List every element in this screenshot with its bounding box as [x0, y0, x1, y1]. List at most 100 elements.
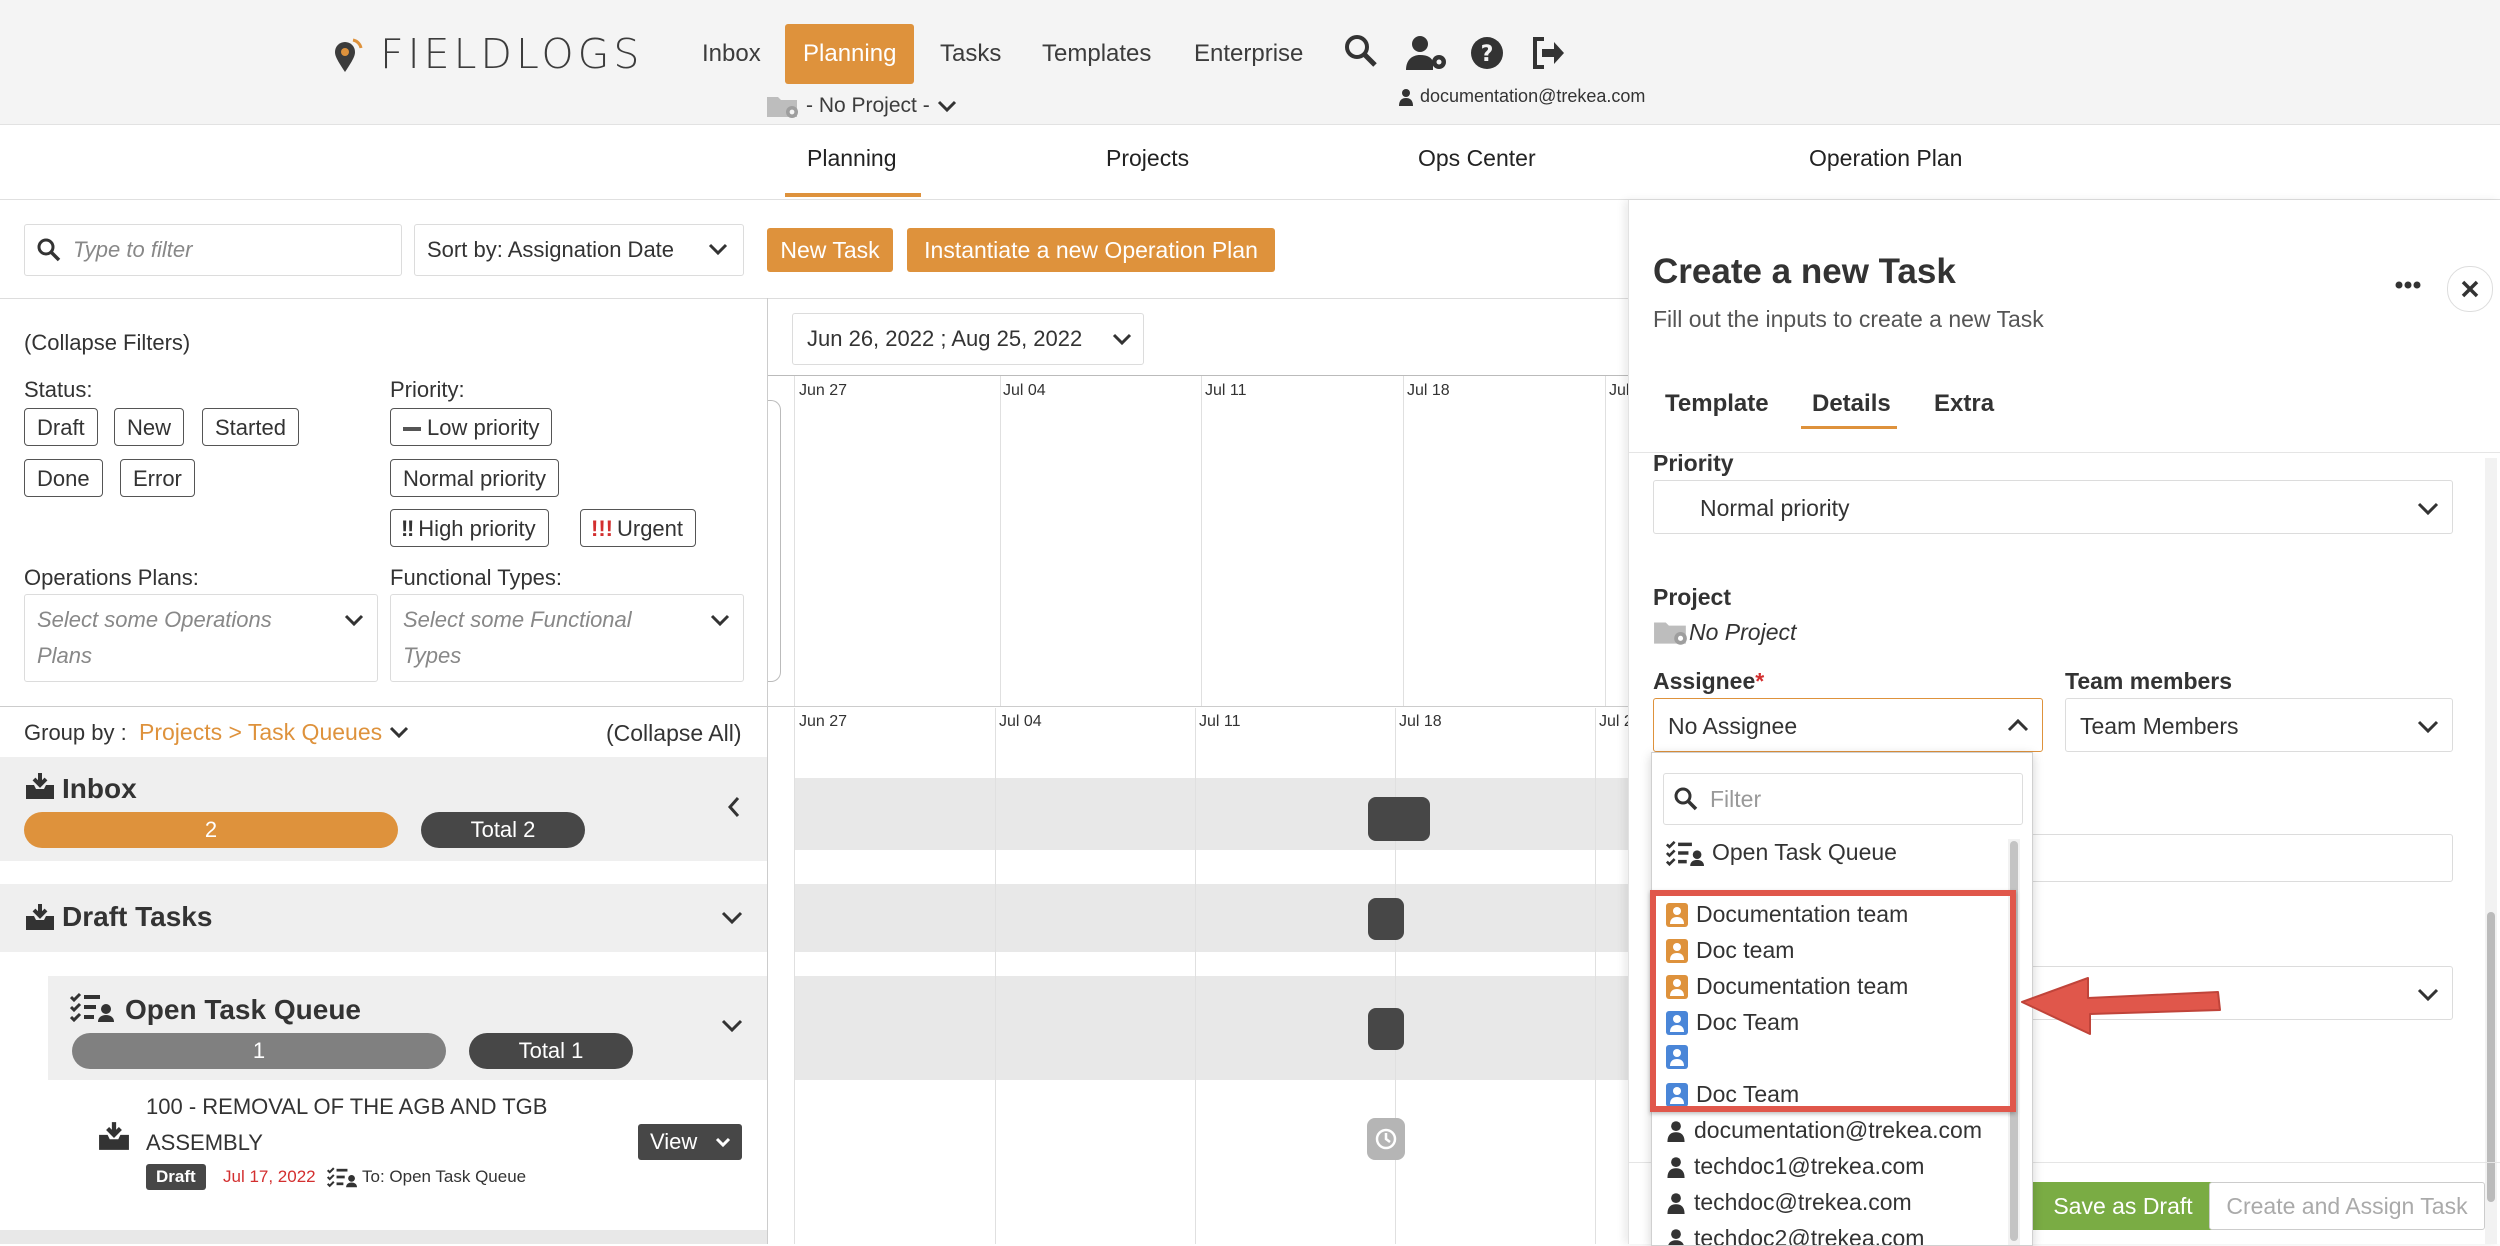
search-icon [37, 238, 61, 262]
draft-tasks-group[interactable]: Draft Tasks [0, 884, 767, 952]
priority-urgent-label: Urgent [617, 516, 683, 541]
timeline-date-label: Jul 11 [1199, 713, 1241, 731]
status-new-tag[interactable]: New [114, 408, 184, 446]
priority-low-tag[interactable]: Low priority [390, 408, 552, 446]
search-icon[interactable] [1344, 34, 1378, 68]
sort-select[interactable]: Sort by: Assignation Date [414, 224, 744, 276]
priority-select[interactable]: Normal priority [1653, 480, 2453, 534]
timeline-row-band [794, 884, 1628, 952]
tab-template[interactable]: Template [1665, 390, 1769, 418]
nav-inbox[interactable]: Inbox [684, 24, 779, 84]
status-draft-tag[interactable]: Draft [24, 408, 98, 446]
queue-count-bar: 1 [72, 1033, 446, 1069]
more-options-icon[interactable] [2395, 280, 2421, 290]
user-icon [1666, 1156, 1686, 1178]
nav-planning[interactable]: Planning [785, 24, 914, 84]
timeline-collapse-handle[interactable] [768, 400, 781, 682]
timeline-task-block[interactable] [1368, 1008, 1404, 1050]
nav-tasks[interactable]: Tasks [922, 24, 1019, 84]
task-assignee: To: Open Task Queue [362, 1167, 526, 1187]
save-as-draft-button[interactable]: Save as Draft [2025, 1182, 2221, 1230]
queue-icon [70, 992, 114, 1022]
chevron-left-icon[interactable] [726, 795, 742, 819]
logout-icon[interactable] [1530, 36, 1566, 70]
app-logo[interactable]: FIELDLOGS [380, 30, 643, 78]
operations-plans-select[interactable]: Select some Operations Plans [24, 594, 378, 682]
open-task-queue-title: Open Task Queue [125, 994, 361, 1026]
nav-enterprise[interactable]: Enterprise [1176, 24, 1321, 84]
user-settings-icon[interactable] [1405, 34, 1449, 72]
chevron-up-icon [2006, 717, 2030, 733]
timeline-task-block[interactable] [1368, 898, 1404, 940]
urgent-priority-icon: !!! [591, 516, 613, 541]
subnav-ops-center[interactable]: Ops Center [1418, 145, 1536, 172]
timeline-task-block[interactable] [1368, 797, 1430, 841]
close-button[interactable] [2447, 266, 2493, 312]
panel-scrollbar-thumb[interactable] [2487, 912, 2495, 1202]
new-task-button[interactable]: New Task [767, 228, 893, 272]
status-done-tag[interactable]: Done [24, 459, 103, 497]
next-row-edge [0, 1230, 767, 1244]
collapse-filters-link[interactable]: (Collapse Filters) [24, 330, 190, 356]
assignee-select-value: No Assignee [1668, 713, 1797, 740]
queue-total-badge: Total 1 [469, 1033, 633, 1069]
sub-navigation: Planning Projects Ops Center Operation P… [0, 125, 2500, 200]
subnav-projects[interactable]: Projects [1106, 145, 1189, 172]
dropdown-option-label: Open Task Queue [1712, 839, 1897, 866]
top-bar: FIELDLOGS Inbox Planning Tasks Templates… [0, 0, 2500, 125]
subnav-operation-plan[interactable]: Operation Plan [1809, 145, 1962, 172]
help-icon[interactable]: ? [1470, 36, 1504, 70]
timeline-date-label: Jul 04 [999, 713, 1042, 731]
inbox-icon [24, 902, 56, 932]
timeline-scheduled-task[interactable] [1367, 1118, 1405, 1160]
priority-high-tag[interactable]: ‼High priority [390, 509, 549, 547]
timeline-gridline [1195, 708, 1196, 1244]
dropdown-option-user[interactable]: documentation@trekea.com [1666, 1117, 1982, 1144]
instantiate-operation-plan-button[interactable]: Instantiate a new Operation Plan [907, 228, 1275, 272]
priority-normal-tag[interactable]: Normal priority [390, 459, 559, 497]
priority-urgent-tag[interactable]: !!!Urgent [580, 509, 696, 547]
status-started-tag[interactable]: Started [202, 408, 299, 446]
date-range-value: Jun 26, 2022 ; Aug 25, 2022 [807, 326, 1082, 352]
priority-field-label: Priority [1653, 450, 1734, 477]
dropdown-filter-placeholder: Filter [1710, 786, 1761, 813]
task-view-button[interactable]: View [638, 1124, 742, 1160]
project-selector[interactable]: - No Project - [766, 93, 958, 119]
assignee-select[interactable]: No Assignee [1653, 698, 2043, 752]
dropdown-option-user[interactable]: techdoc@trekea.com [1666, 1189, 1912, 1216]
inbox-title: Inbox [62, 773, 137, 805]
group-by-select[interactable]: Projects > Task Queues [139, 719, 410, 746]
timeline-row-band [794, 976, 1628, 1080]
team-members-label: Team members [2065, 668, 2232, 695]
subnav-planning[interactable]: Planning [807, 145, 897, 172]
priority-low-label: Low priority [427, 415, 539, 440]
date-range-select[interactable]: Jun 26, 2022 ; Aug 25, 2022 [792, 313, 1144, 365]
tab-details[interactable]: Details [1812, 390, 1891, 418]
status-error-tag[interactable]: Error [120, 459, 195, 497]
user-icon [1666, 1228, 1686, 1246]
filter-placeholder: Type to filter [73, 237, 192, 263]
dropdown-option-user[interactable]: techdoc1@trekea.com [1666, 1153, 1924, 1180]
dropdown-option-open-task-queue[interactable]: Open Task Queue [1666, 839, 1897, 866]
collapse-all-link[interactable]: (Collapse All) [606, 720, 742, 747]
chevron-down-icon [709, 613, 731, 629]
tab-extra[interactable]: Extra [1934, 390, 1994, 418]
timeline-gridline [1595, 708, 1596, 1244]
chevron-down-icon[interactable] [720, 1018, 744, 1034]
timeline-gridline [1605, 376, 1606, 706]
task-row[interactable]: 100 - REMOVAL OF THE AGB AND TGB ASSEMBL… [48, 1082, 767, 1232]
group-by-value: Projects > Task Queues [139, 719, 382, 746]
status-label: Status: [24, 377, 92, 403]
functional-types-select[interactable]: Select some Functional Types [390, 594, 744, 682]
team-members-select[interactable]: Team Members [2065, 698, 2453, 752]
panel-scrollbar[interactable] [2485, 458, 2497, 1244]
chevron-down-icon[interactable] [720, 910, 744, 926]
dropdown-filter-input[interactable]: Filter [1663, 773, 2023, 825]
dropdown-option-user[interactable]: techdoc2@trekea.com [1666, 1225, 1924, 1246]
filter-input[interactable]: Type to filter [24, 224, 402, 276]
create-and-assign-button[interactable]: Create and Assign Task [2209, 1182, 2485, 1230]
timeline-date-label: Jul 04 [1003, 382, 1046, 400]
task-status-badge: Draft [146, 1164, 206, 1190]
team-members-value: Team Members [2080, 713, 2238, 740]
nav-templates[interactable]: Templates [1024, 24, 1169, 84]
